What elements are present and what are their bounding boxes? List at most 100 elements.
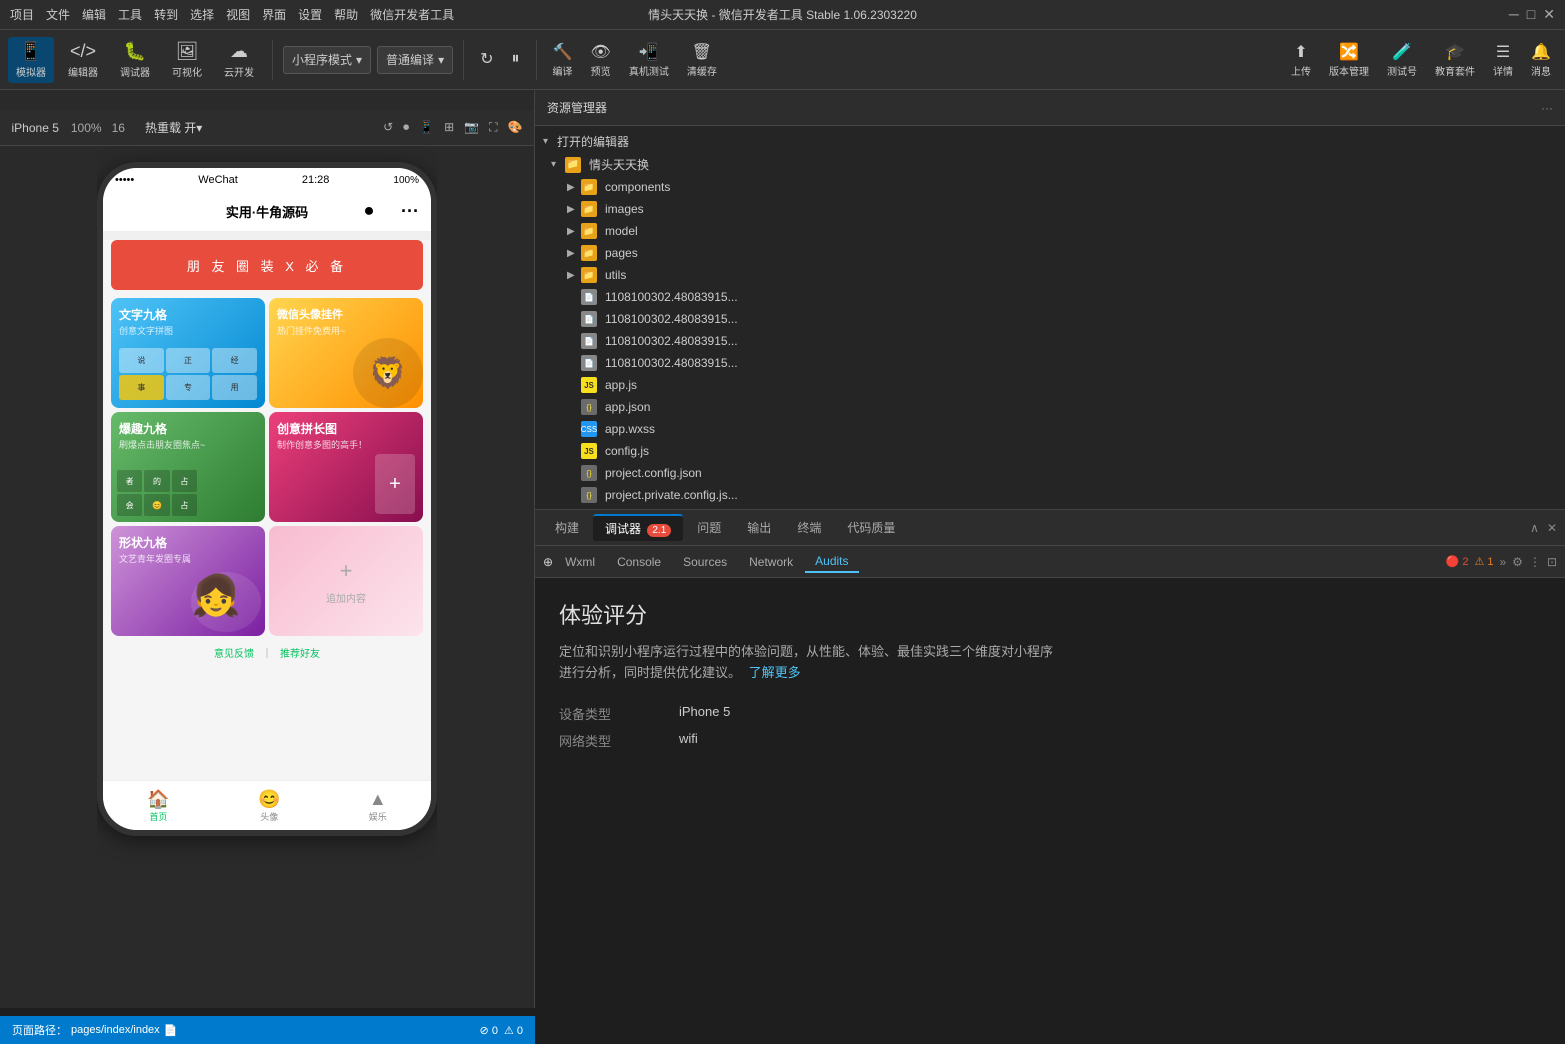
extra-tabs-btn[interactable]: » [1499, 555, 1506, 569]
settings-icon[interactable]: ⚙ [1512, 555, 1523, 569]
visual-button[interactable]: 🖼 可视化 [164, 37, 210, 83]
nav-home[interactable]: 🏠 首页 [147, 789, 169, 823]
upload-button[interactable]: ⬆ 上传 [1285, 39, 1317, 81]
inspector-icon-btn[interactable]: ⊕ [543, 555, 553, 569]
debugger-button[interactable]: 🐛 调试器 [112, 37, 158, 83]
projconfig-icon: {} [581, 465, 597, 481]
projconfig-label: project.config.json [605, 466, 702, 480]
file-1108-1[interactable]: ▶ 📄 1108100302.48083915... [535, 286, 1565, 308]
mode-dropdown[interactable]: 小程序模式 ▾ [283, 46, 371, 74]
panel-close-icon[interactable]: ✕ [1547, 521, 1557, 535]
split-icon[interactable]: ⊞ [444, 120, 454, 135]
tab-build[interactable]: 构建 [543, 515, 591, 540]
nav-dots[interactable]: ··· [401, 201, 419, 222]
pages-arrow: ▶ [567, 248, 577, 259]
nav-entertainment[interactable]: ▲ 娱乐 [369, 789, 387, 823]
cloud-dev-button[interactable]: ☁ 云开发 [216, 37, 262, 83]
file-app-json[interactable]: ▶ {} app.json [535, 396, 1565, 418]
edu-button[interactable]: 🎓 教育套件 [1429, 39, 1481, 81]
explorer-more-icon[interactable]: ··· [1541, 101, 1553, 115]
menu-tools[interactable]: 工具 [118, 6, 142, 23]
phone-icon[interactable]: 📱 [419, 120, 434, 135]
feedback-text[interactable]: 意见反馈 [214, 645, 254, 660]
editor-button[interactable]: </> 编辑器 [60, 37, 106, 83]
menu-edit[interactable]: 编辑 [82, 6, 106, 23]
folder-images[interactable]: ▶ 📁 images [535, 198, 1565, 220]
compile-dropdown[interactable]: 普通编译 ▾ [377, 46, 453, 74]
tab-codequality[interactable]: 代码质量 [835, 515, 907, 540]
folder-pages[interactable]: ▶ 📁 pages [535, 242, 1565, 264]
preview-button[interactable]: 👁 预览 [585, 39, 617, 81]
learn-more-link[interactable]: 了解更多 [749, 665, 801, 680]
inner-tab-console[interactable]: Console [607, 552, 671, 572]
more-icon[interactable]: ⋮ [1529, 555, 1541, 569]
realtest-button[interactable]: 📲 真机测试 [623, 39, 675, 81]
file-project-private-config[interactable]: ▶ {} project.private.config.js... [535, 484, 1565, 506]
menu-view[interactable]: 视图 [226, 6, 250, 23]
menu-interface[interactable]: 界面 [262, 6, 286, 23]
menu-file[interactable]: 文件 [46, 6, 70, 23]
nav-record-icon[interactable]: ⏺ [365, 203, 373, 221]
file-1108-2[interactable]: ▶ 📄 1108100302.48083915... [535, 308, 1565, 330]
version-button[interactable]: 🔀 版本管理 [1323, 39, 1375, 81]
project-root[interactable]: ▾ 📁 情头天天换 [535, 153, 1565, 176]
card-creative-long[interactable]: 创意拼长图 制作创意多图的高手！ + [269, 412, 423, 522]
hotreload-toggle[interactable]: 热重载 开▾ [145, 119, 202, 136]
tab-terminal[interactable]: 终端 [785, 515, 833, 540]
minimize-button[interactable]: ─ [1509, 6, 1519, 23]
compile-button[interactable]: 🔨 编译 [547, 39, 579, 81]
folder-components[interactable]: ▶ 📁 components [535, 176, 1565, 198]
menu-settings[interactable]: 设置 [298, 6, 322, 23]
close-button[interactable]: ✕ [1543, 6, 1555, 23]
simulator-button[interactable]: 📱 模拟器 [8, 37, 54, 83]
recommend-text[interactable]: 推荐好友 [280, 645, 320, 660]
file-app-js[interactable]: ▶ JS app.js [535, 374, 1565, 396]
section-open-editors[interactable]: ▾ 打开的编辑器 [535, 130, 1565, 153]
menu-goto[interactable]: 转到 [154, 6, 178, 23]
screenshot-icon[interactable]: 📷 [464, 120, 479, 135]
components-label: components [605, 180, 670, 194]
rotate-icon[interactable]: ↺ [383, 120, 393, 135]
card-plus[interactable]: + 追加内容 [269, 526, 423, 636]
menu-bar[interactable]: 项目 文件 编辑 工具 转到 选择 视图 界面 设置 帮助 微信开发者工具 [10, 6, 454, 23]
card-avatar-pendant[interactable]: 微信头像挂件 热门挂件免费用~ 🦁 [269, 298, 423, 408]
right-panel: 资源管理器 ··· ▾ 打开的编辑器 ▾ 📁 情头天天换 ▶ 📁 [535, 90, 1565, 1008]
maximize-button[interactable]: □ [1527, 6, 1535, 23]
file-app-wxss[interactable]: ▶ CSS app.wxss [535, 418, 1565, 440]
menu-project[interactable]: 项目 [10, 6, 34, 23]
file-1108-4[interactable]: ▶ 📄 1108100302.48083915... [535, 352, 1565, 374]
tab-debugger[interactable]: 调试器 2.1 [593, 514, 683, 541]
file-1108-3[interactable]: ▶ 📄 1108100302.48083915... [535, 330, 1565, 352]
menu-wechat-devtools[interactable]: 微信开发者工具 [370, 6, 454, 23]
card-shape-nine[interactable]: 形状九格 文艺青年发圈专属 👧 [111, 526, 265, 636]
nav-avatar[interactable]: 😊 头像 [258, 789, 280, 823]
paint-icon[interactable]: 🎨 [508, 120, 523, 135]
inner-tab-audits[interactable]: Audits [805, 551, 858, 573]
msg-button[interactable]: 🔔 消息 [1525, 39, 1557, 81]
detail-button[interactable]: ☰ 详情 [1487, 39, 1519, 81]
tab-output[interactable]: 输出 [735, 515, 783, 540]
file-config-js[interactable]: ▶ JS config.js [535, 440, 1565, 462]
refresh-button[interactable]: ↻ [474, 46, 499, 73]
inner-tab-network[interactable]: Network [739, 552, 803, 572]
menu-select[interactable]: 选择 [190, 6, 214, 23]
record-icon[interactable]: ⏺ [403, 120, 409, 135]
tab-issues[interactable]: 问题 [685, 515, 733, 540]
expand-icon[interactable]: ⛶ [489, 120, 497, 135]
inner-tab-wxml[interactable]: Wxml [555, 552, 605, 572]
folder-model[interactable]: ▶ 📁 model [535, 220, 1565, 242]
pause-button[interactable]: ⏸ [506, 47, 526, 72]
detach-icon[interactable]: ⊡ [1547, 555, 1557, 569]
inner-tab-sources[interactable]: Sources [673, 552, 737, 572]
window-controls[interactable]: ─ □ ✕ [1509, 6, 1555, 23]
clearcache-button[interactable]: 🗑 清缓存 [681, 39, 723, 81]
project-arrow: ▾ [551, 159, 561, 170]
card-boom-nine[interactable]: 爆趣九格 刷爆点击朋友圈焦点~ 者 的 占 会 😊 占 [111, 412, 265, 522]
file-project-config[interactable]: ▶ {} project.config.json [535, 462, 1565, 484]
test-button[interactable]: 🧪 测试号 [1381, 39, 1423, 81]
menu-help[interactable]: 帮助 [334, 6, 358, 23]
panel-minimize-icon[interactable]: ∧ [1530, 521, 1539, 535]
folder-utils[interactable]: ▶ 📁 utils [535, 264, 1565, 286]
device-select[interactable]: iPhone 5 [12, 121, 59, 135]
card-text-nine[interactable]: 文字九格 创意文字拼图 说 正 经 事 专 用 [111, 298, 265, 408]
